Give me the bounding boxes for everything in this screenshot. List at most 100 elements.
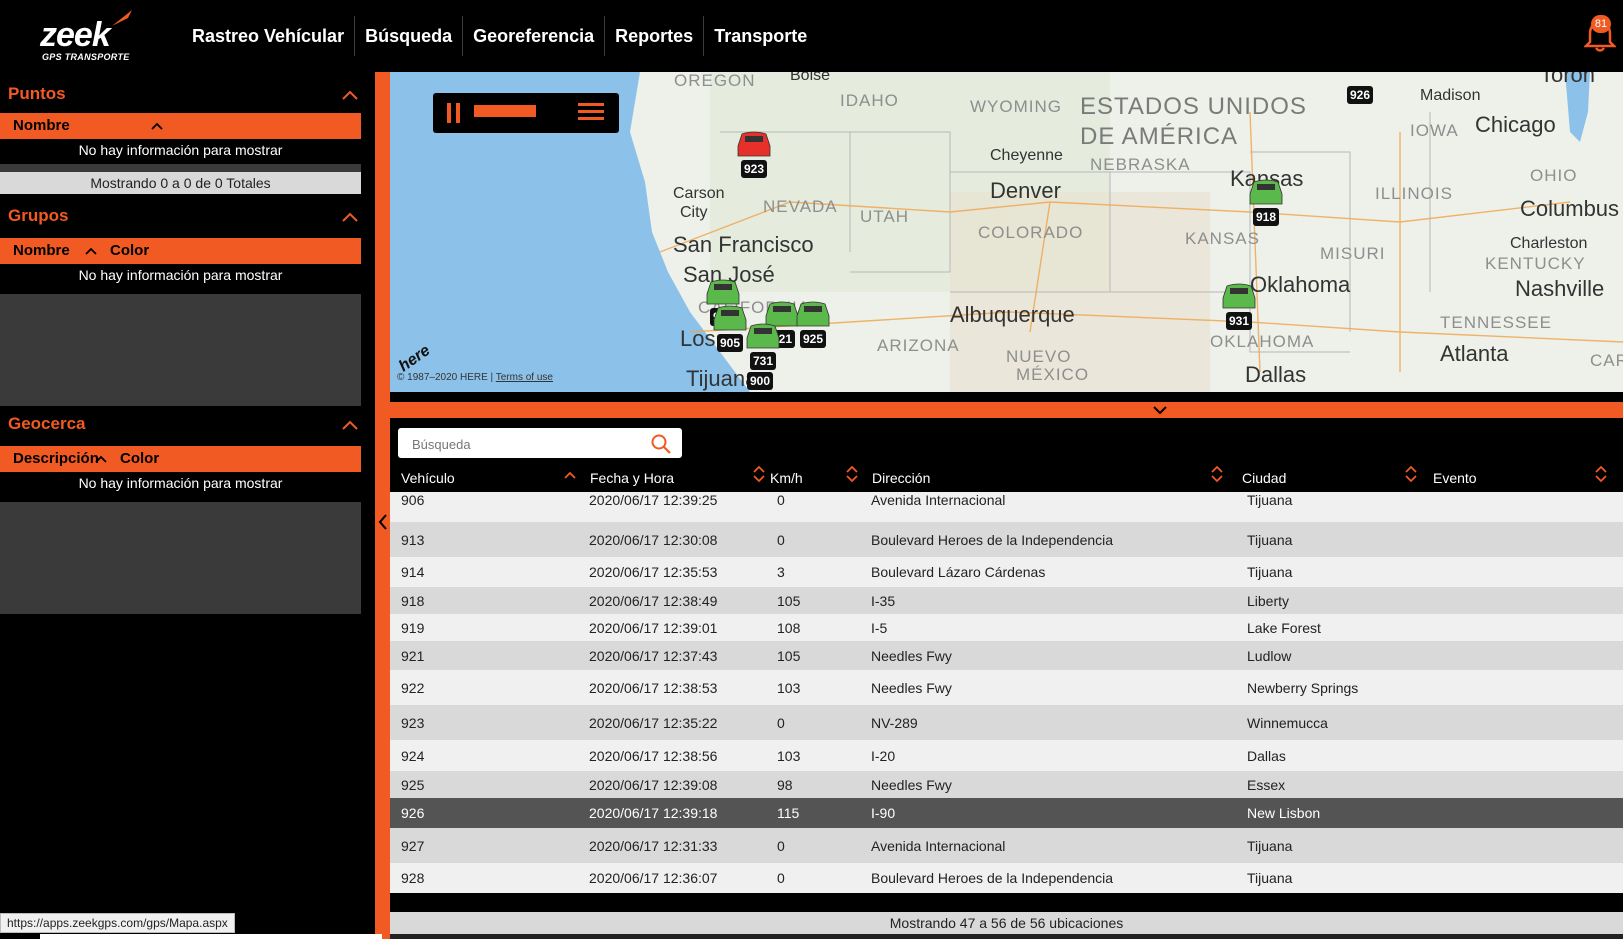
table-row[interactable]: 927 2020/06/17 12:31:33 0 Avenida Internaci… xyxy=(390,828,1623,863)
vehicle-marker-905[interactable]: 905 xyxy=(713,305,747,352)
map-controls-toolbar xyxy=(433,93,619,133)
col-kmh[interactable]: Km/h xyxy=(770,468,803,488)
map-label: ESTADOS UNIDOS xyxy=(1080,93,1307,120)
sort-both-icon[interactable] xyxy=(752,465,766,483)
cell-veh: 923 xyxy=(401,715,425,731)
map-label: Cheyenne xyxy=(990,147,1063,164)
grupos-col-nombre[interactable]: Nombre xyxy=(13,238,70,264)
sort-asc-icon[interactable] xyxy=(94,454,108,464)
nav-transporte[interactable]: Transporte xyxy=(704,16,817,56)
zeek-logo[interactable]: zeek GPS TRANSPORTE xyxy=(40,6,140,62)
cell-ciudad: Lake Forest xyxy=(1247,620,1321,636)
cell-kmh: 108 xyxy=(777,620,801,636)
horizontal-scrollbar[interactable] xyxy=(390,934,1623,939)
map-label: NEBRASKA xyxy=(1090,155,1191,174)
table-footer: Mostrando 47 a 56 de 56 ubicaciones xyxy=(390,912,1623,934)
vehicle-marker-931[interactable]: 931 xyxy=(1222,283,1256,330)
table-row[interactable]: 922 2020/06/17 12:38:53 103 Needles Fwy Newb… xyxy=(390,670,1623,705)
table-row[interactable]: 921 2020/06/17 12:37:43 105 Needles Fwy Ludl… xyxy=(390,641,1623,670)
map-resize-bar[interactable] xyxy=(390,402,1623,418)
car-icon[interactable] xyxy=(1249,179,1283,205)
nav-georeferencia[interactable]: Georeferencia xyxy=(463,16,606,56)
cell-kmh: 0 xyxy=(777,870,785,886)
cell-veh: 928 xyxy=(401,870,425,886)
hamburger-menu-icon[interactable] xyxy=(578,103,604,121)
col-fecha-hora[interactable]: Fecha y Hora xyxy=(590,468,674,488)
car-icon[interactable] xyxy=(1222,283,1256,309)
search-box xyxy=(398,428,682,458)
table-row[interactable]: 914 2020/06/17 12:35:53 3 Boulevard Lázaro … xyxy=(390,557,1623,587)
geocerca-col-descripcion[interactable]: Descripción xyxy=(13,446,99,472)
table-row[interactable]: 923 2020/06/17 12:35:22 0 NV-289 Winnemucca xyxy=(390,705,1623,740)
nav-rastreo-vehicular[interactable]: Rastreo Vehícular xyxy=(182,16,356,56)
map-label: CARO xyxy=(1590,351,1623,370)
sort-asc-icon[interactable] xyxy=(84,246,98,256)
pause-icon[interactable] xyxy=(447,103,461,123)
sort-asc-icon[interactable] xyxy=(563,465,577,483)
sort-both-icon[interactable] xyxy=(1594,465,1608,483)
vehicle-marker-731[interactable]: 731 xyxy=(746,323,780,370)
sort-both-icon[interactable] xyxy=(845,465,859,483)
grupos-title: Grupos xyxy=(8,206,69,225)
grupos-collapse-chevron-up-icon[interactable] xyxy=(340,210,360,224)
logo-swoosh-icon xyxy=(112,10,132,26)
table-row[interactable]: 924 2020/06/17 12:38:56 103 I-20 Dallas xyxy=(390,740,1623,771)
table-row[interactable]: 926 2020/06/17 12:39:18 115 I-90 New Lisbon xyxy=(390,798,1623,828)
vehicle-marker-900[interactable]: 900 xyxy=(747,372,773,390)
nav-busqueda[interactable]: Búsqueda xyxy=(355,16,464,56)
car-icon[interactable] xyxy=(713,305,747,331)
status-strip xyxy=(40,934,382,939)
cell-dir: Avenida Internacional xyxy=(871,492,1006,508)
puntos-collapse-chevron-up-icon[interactable] xyxy=(340,88,360,102)
table-row[interactable]: 919 2020/06/17 12:39:01 108 I-5 Lake Forest xyxy=(390,614,1623,641)
playback-progress[interactable] xyxy=(474,105,536,117)
cell-ciudad: Tijuana xyxy=(1247,838,1293,854)
map-label: OKLAHOMA xyxy=(1210,332,1314,351)
nav-reportes[interactable]: Reportes xyxy=(605,16,705,56)
sort-both-icon[interactable] xyxy=(1404,465,1418,483)
cell-fecha: 2020/06/17 12:30:08 xyxy=(589,532,718,548)
map-label: Columbus xyxy=(1520,196,1619,221)
car-icon[interactable] xyxy=(706,279,740,305)
cell-veh: 927 xyxy=(401,838,425,854)
search-icon[interactable] xyxy=(650,433,672,455)
cell-ciudad: Tijuana xyxy=(1247,564,1293,580)
cell-veh: 924 xyxy=(401,748,425,764)
puntos-col-nombre[interactable]: Nombre xyxy=(13,113,70,139)
map-label: Los xyxy=(680,326,715,351)
panel-divider[interactable] xyxy=(375,72,390,939)
col-direccion[interactable]: Dirección xyxy=(872,468,930,488)
col-vehiculo[interactable]: Vehículo xyxy=(401,468,455,488)
search-input[interactable] xyxy=(412,434,642,454)
col-ciudad[interactable]: Ciudad xyxy=(1242,468,1286,488)
geocerca-col-color[interactable]: Color xyxy=(120,446,159,472)
sort-asc-icon[interactable] xyxy=(150,121,164,131)
map-label: UTAH xyxy=(860,207,909,226)
table-row[interactable]: 906 2020/06/17 12:39:25 0 Avenida Internaci… xyxy=(390,492,1623,522)
grupos-list-area xyxy=(0,294,361,406)
grupos-col-color[interactable]: Color xyxy=(110,238,149,264)
vehicle-marker-923[interactable]: 923 xyxy=(737,131,771,178)
table-row[interactable]: 913 2020/06/17 12:30:08 0 Boulevard Heroes … xyxy=(390,522,1623,557)
car-icon[interactable] xyxy=(746,323,780,349)
collapse-left-chevron-icon[interactable] xyxy=(377,512,389,532)
sort-both-icon[interactable] xyxy=(1210,465,1224,483)
geocerca-collapse-chevron-up-icon[interactable] xyxy=(340,418,360,432)
vehicle-marker-918[interactable]: 918 xyxy=(1249,179,1283,226)
col-evento[interactable]: Evento xyxy=(1433,468,1477,488)
vehicle-marker-926[interactable]: 926 xyxy=(1347,86,1373,104)
cell-kmh: 105 xyxy=(777,593,801,609)
collapse-down-chevron-icon[interactable] xyxy=(1151,404,1169,416)
cell-kmh: 98 xyxy=(777,777,793,793)
table-row[interactable]: 928 2020/06/17 12:36:07 0 Boulevard Heroes … xyxy=(390,863,1623,893)
car-icon[interactable] xyxy=(765,301,799,327)
map-label: TENNESSEE xyxy=(1440,313,1552,332)
table-row[interactable]: 925 2020/06/17 12:39:08 98 Needles Fwy Essex xyxy=(390,771,1623,798)
cell-dir: Needles Fwy xyxy=(871,777,952,793)
table-row[interactable]: 918 2020/06/17 12:38:49 105 I-35 Liberty xyxy=(390,587,1623,614)
vehicle-marker-925[interactable]: 925 xyxy=(796,301,830,348)
terms-of-use-link[interactable]: Terms of use xyxy=(496,372,553,383)
cell-ciudad: Essex xyxy=(1247,777,1286,793)
car-icon[interactable] xyxy=(796,301,830,327)
car-icon[interactable] xyxy=(737,131,771,157)
